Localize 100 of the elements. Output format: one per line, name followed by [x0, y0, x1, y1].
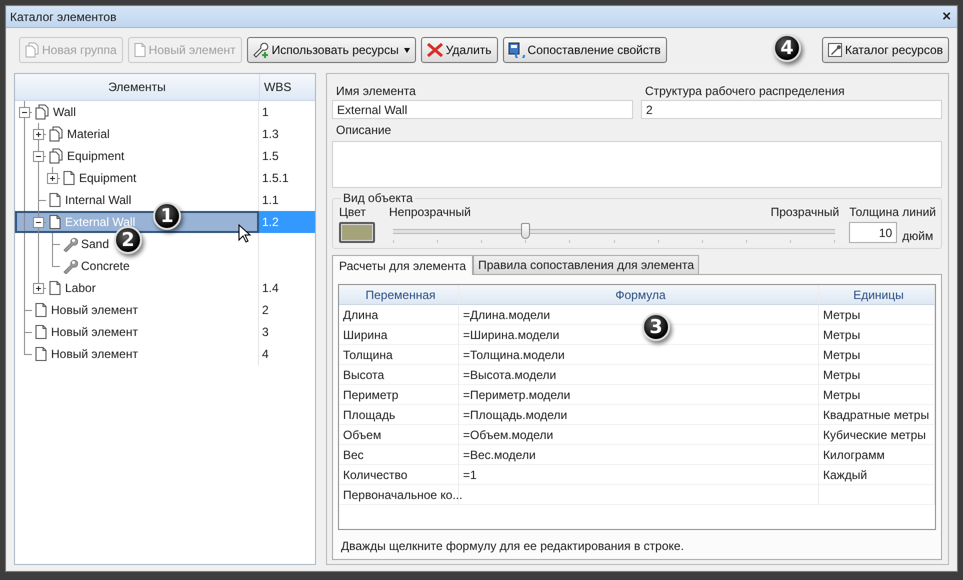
unit-label: дюйм [902, 229, 934, 243]
wbs-cell-text: 1.5.1 [261, 170, 290, 187]
delete-icon [426, 42, 444, 58]
field-label: Толщина линий [849, 205, 936, 219]
column-header[interactable]: Формула [459, 285, 819, 305]
slider-thumb[interactable] [520, 223, 530, 239]
expander-toggle[interactable] [33, 216, 44, 228]
document-icon [34, 346, 48, 362]
table-cell: =1 [459, 465, 819, 485]
field-label: Цвет [339, 205, 367, 219]
table-cell: Количество [339, 465, 459, 485]
expander-toggle[interactable] [47, 172, 58, 184]
expander-toggle[interactable] [33, 282, 44, 294]
tree-item[interactable]: Labor [15, 277, 259, 299]
column-header[interactable]: Переменная [339, 285, 459, 305]
column-header[interactable]: Элементы [15, 74, 260, 100]
document-icon [48, 214, 62, 230]
window-arrow-icon [508, 42, 526, 58]
tree-item[interactable]: Equipment [15, 145, 259, 167]
table-cell: Первоначальное ко... [339, 485, 459, 505]
document-icon [34, 324, 48, 340]
table-cell: =Толщина.модели [459, 345, 819, 365]
wbs-cell-text: 1.4 [261, 280, 280, 297]
tree-item[interactable]: Concrete [15, 255, 259, 277]
document-stack-icon [48, 148, 64, 164]
document-stack-icon [34, 104, 50, 120]
window-title: Каталог элементов [10, 10, 116, 24]
tree-item[interactable]: Новый элемент [15, 321, 259, 343]
wbs-cell-text: 2 [261, 302, 270, 319]
group-title: Вид объекта [342, 191, 414, 205]
wrench-icon [62, 236, 78, 252]
description-field[interactable] [332, 141, 942, 188]
tree-item[interactable]: Новый элемент [15, 343, 259, 365]
table-cell: =Высота.модели [459, 365, 819, 385]
table-cell: =Объем.модели [459, 425, 819, 445]
wrench-plus-icon [252, 42, 270, 58]
table-cell: =Вес.модели [459, 445, 819, 465]
wrench-icon [62, 258, 78, 274]
toolbar-button[interactable]: Каталог ресурсов [822, 37, 949, 63]
table-cell: =Площадь.модели [459, 405, 819, 425]
pointer-icon [238, 224, 252, 244]
wbs-cell-text: 1.5 [261, 148, 280, 165]
toolbar-button[interactable]: Использовать ресурсы [246, 37, 416, 63]
slider-label: Прозрачный [770, 205, 840, 219]
tree-item[interactable]: Новый элемент [15, 299, 259, 321]
caret-icon [404, 48, 410, 52]
wbs-cell-text: 1 [261, 104, 270, 121]
document-icon [62, 170, 76, 186]
table-cell: Квадратные метры [819, 405, 935, 425]
table-cell: Метры [819, 365, 935, 385]
close-button[interactable]: × [942, 9, 951, 24]
table-cell: Высота [339, 365, 459, 385]
table-cell: Толщина [339, 345, 459, 365]
toolbar-button[interactable]: Удалить [420, 37, 498, 63]
hint-text: Дважды щелкните формулу для ее редактирования в строке. [340, 539, 685, 553]
slider-label: Непрозрачный [389, 205, 471, 219]
table-cell: Периметр [339, 385, 459, 405]
expander-toggle[interactable] [33, 150, 44, 162]
tree-item[interactable]: Wall [15, 101, 259, 123]
document-stack-icon [48, 126, 64, 142]
table-cell: Площадь [339, 405, 459, 425]
table-cell: Килограмм [819, 445, 935, 465]
tree-item[interactable]: Material [15, 123, 259, 145]
wbs-cell-text: 4 [261, 346, 270, 363]
table-cell: Кубические метры [819, 425, 935, 445]
wbs-cell-text: 1.1 [261, 192, 280, 209]
column-header[interactable]: Единицы [819, 285, 935, 305]
wbs-field[interactable]: 2 [641, 100, 942, 119]
column-header[interactable]: WBS [260, 74, 315, 100]
tree-item[interactable]: Equipment [15, 167, 259, 189]
table-cell: Ширина [339, 325, 459, 345]
table-cell: Длина [339, 305, 459, 325]
table-cell: Метры [819, 305, 935, 325]
tab[interactable]: Правила сопоставления для элемента [473, 255, 700, 274]
document-icon [34, 302, 48, 318]
expander-toggle[interactable] [19, 106, 30, 118]
wbs-cell-text: 1.3 [261, 126, 280, 143]
table-cell: Вес [339, 445, 459, 465]
table-cell: Метры [819, 385, 935, 405]
document-icon [132, 42, 147, 58]
document-stack-icon [24, 42, 40, 58]
table-cell: Метры [819, 345, 935, 365]
wrench-book-icon [826, 42, 843, 58]
field-label: Имя элемента [335, 83, 417, 100]
wbs-cell: 1.2 [259, 211, 315, 233]
color-swatch[interactable] [339, 222, 375, 243]
table-cell: =Периметр.модели [459, 385, 819, 405]
name-field[interactable]: External Wall [332, 100, 633, 119]
table-cell: Метры [819, 325, 935, 345]
document-icon [48, 280, 62, 296]
expander-toggle[interactable] [33, 128, 44, 140]
thickness-field[interactable]: 10 [849, 222, 898, 243]
field-label: Структура рабочего распределения [644, 83, 846, 100]
document-icon [48, 192, 62, 208]
toolbar-button[interactable]: Сопоставление свойств [502, 37, 667, 63]
wbs-cell-text: 3 [261, 324, 270, 341]
tab[interactable]: Расчеты для элемента [332, 255, 474, 275]
table-cell: Объем [339, 425, 459, 445]
field-label: Описание [335, 122, 392, 139]
table-cell: Каждый [819, 465, 935, 485]
